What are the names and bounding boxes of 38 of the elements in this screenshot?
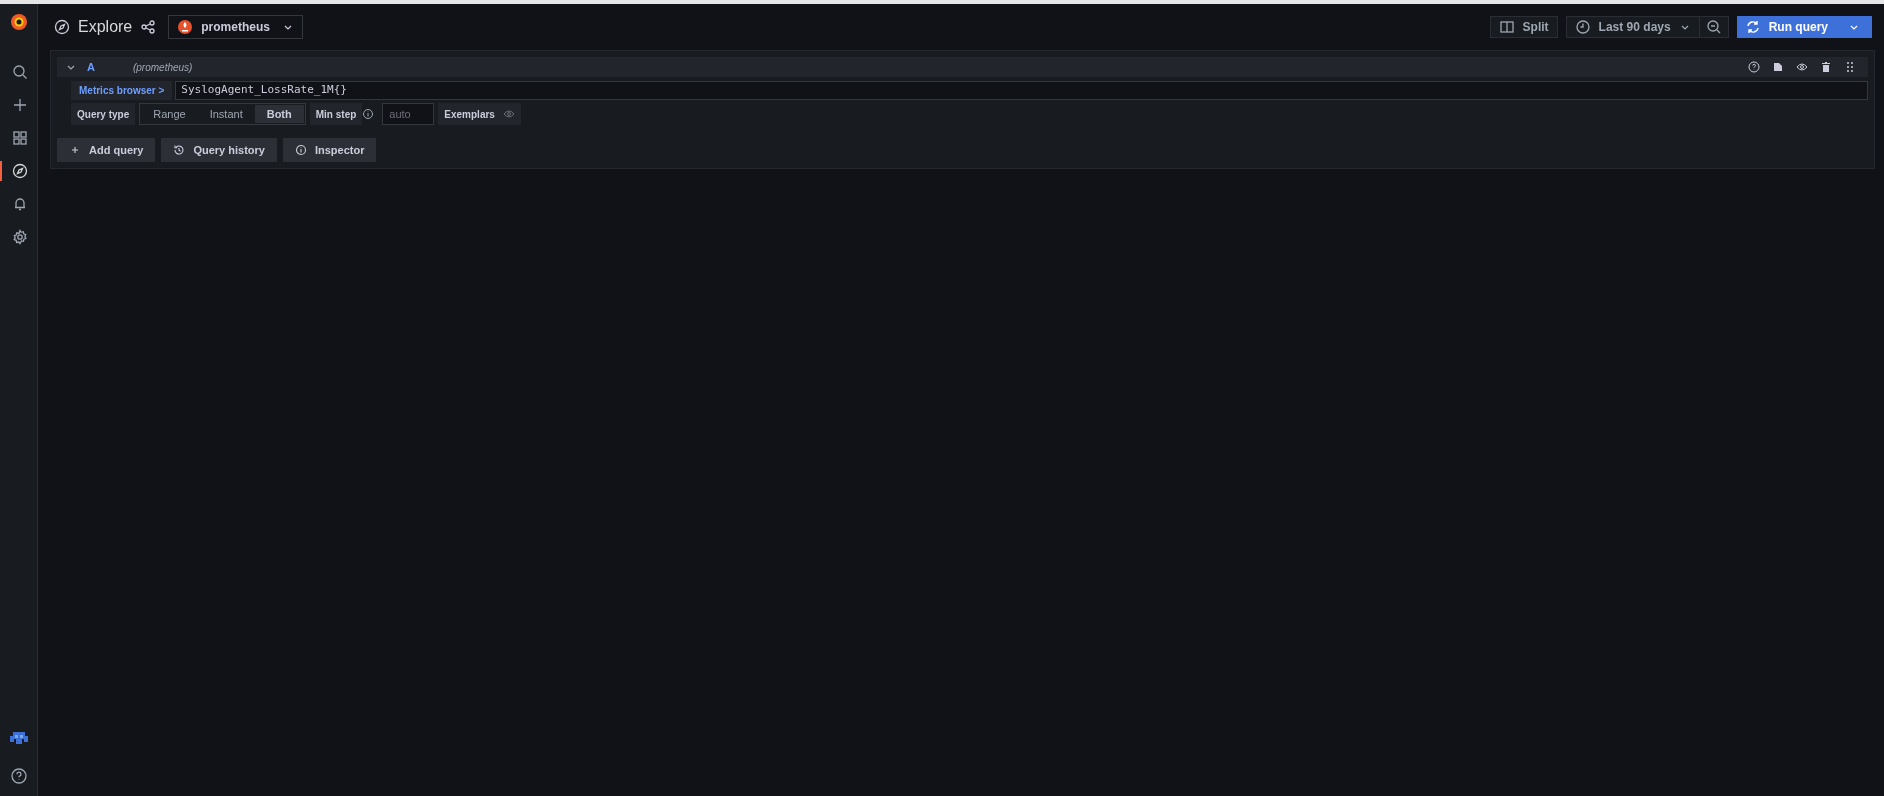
info-icon	[294, 144, 307, 156]
query-type-option[interactable]: Instant	[197, 105, 255, 123]
info-icon	[362, 108, 375, 120]
query-ref-label: A	[87, 59, 95, 75]
query-datasource-label: (prometheus)	[132, 60, 193, 75]
compass-icon[interactable]	[11, 163, 28, 179]
page-title: Explore	[78, 17, 133, 37]
clock-icon	[1574, 19, 1591, 35]
min-step-label: Min step	[309, 103, 363, 125]
copy-icon[interactable]	[1772, 61, 1784, 73]
space-invader-icon[interactable]	[8, 730, 29, 746]
search-icon[interactable]	[11, 64, 28, 80]
refresh-icon	[1744, 19, 1761, 35]
share-icon[interactable]	[140, 19, 157, 35]
eye-icon[interactable]	[1796, 61, 1808, 73]
help-icon[interactable]	[10, 768, 27, 784]
compass-icon	[54, 19, 70, 35]
query-type-label: Query type	[71, 103, 136, 125]
settings-icon[interactable]	[11, 229, 28, 245]
add-query-button[interactable]: Add query	[57, 138, 156, 162]
trash-icon[interactable]	[1820, 61, 1832, 73]
exemplars-label: Exemplars	[444, 107, 495, 122]
history-icon	[173, 144, 186, 156]
query-type-option[interactable]: Range	[141, 105, 198, 123]
grid-icon[interactable]	[11, 130, 28, 146]
inspector-button[interactable]: Inspector	[282, 138, 377, 162]
plus-icon[interactable]	[11, 97, 28, 113]
plus-icon	[69, 144, 81, 156]
zoom-out-icon	[1705, 19, 1722, 35]
metrics-browser-button[interactable]: Metrics browser >	[71, 81, 173, 100]
drag-handle-icon[interactable]	[1844, 61, 1856, 73]
help-icon[interactable]	[1748, 61, 1760, 73]
split-button[interactable]: Split	[1489, 16, 1558, 38]
query-history-button[interactable]: Query history	[161, 138, 277, 162]
datasource-picker[interactable]: prometheus	[168, 15, 303, 39]
columns-icon	[1498, 19, 1515, 35]
min-step-input[interactable]: auto	[382, 103, 435, 125]
query-type-option[interactable]: Both	[254, 105, 304, 123]
